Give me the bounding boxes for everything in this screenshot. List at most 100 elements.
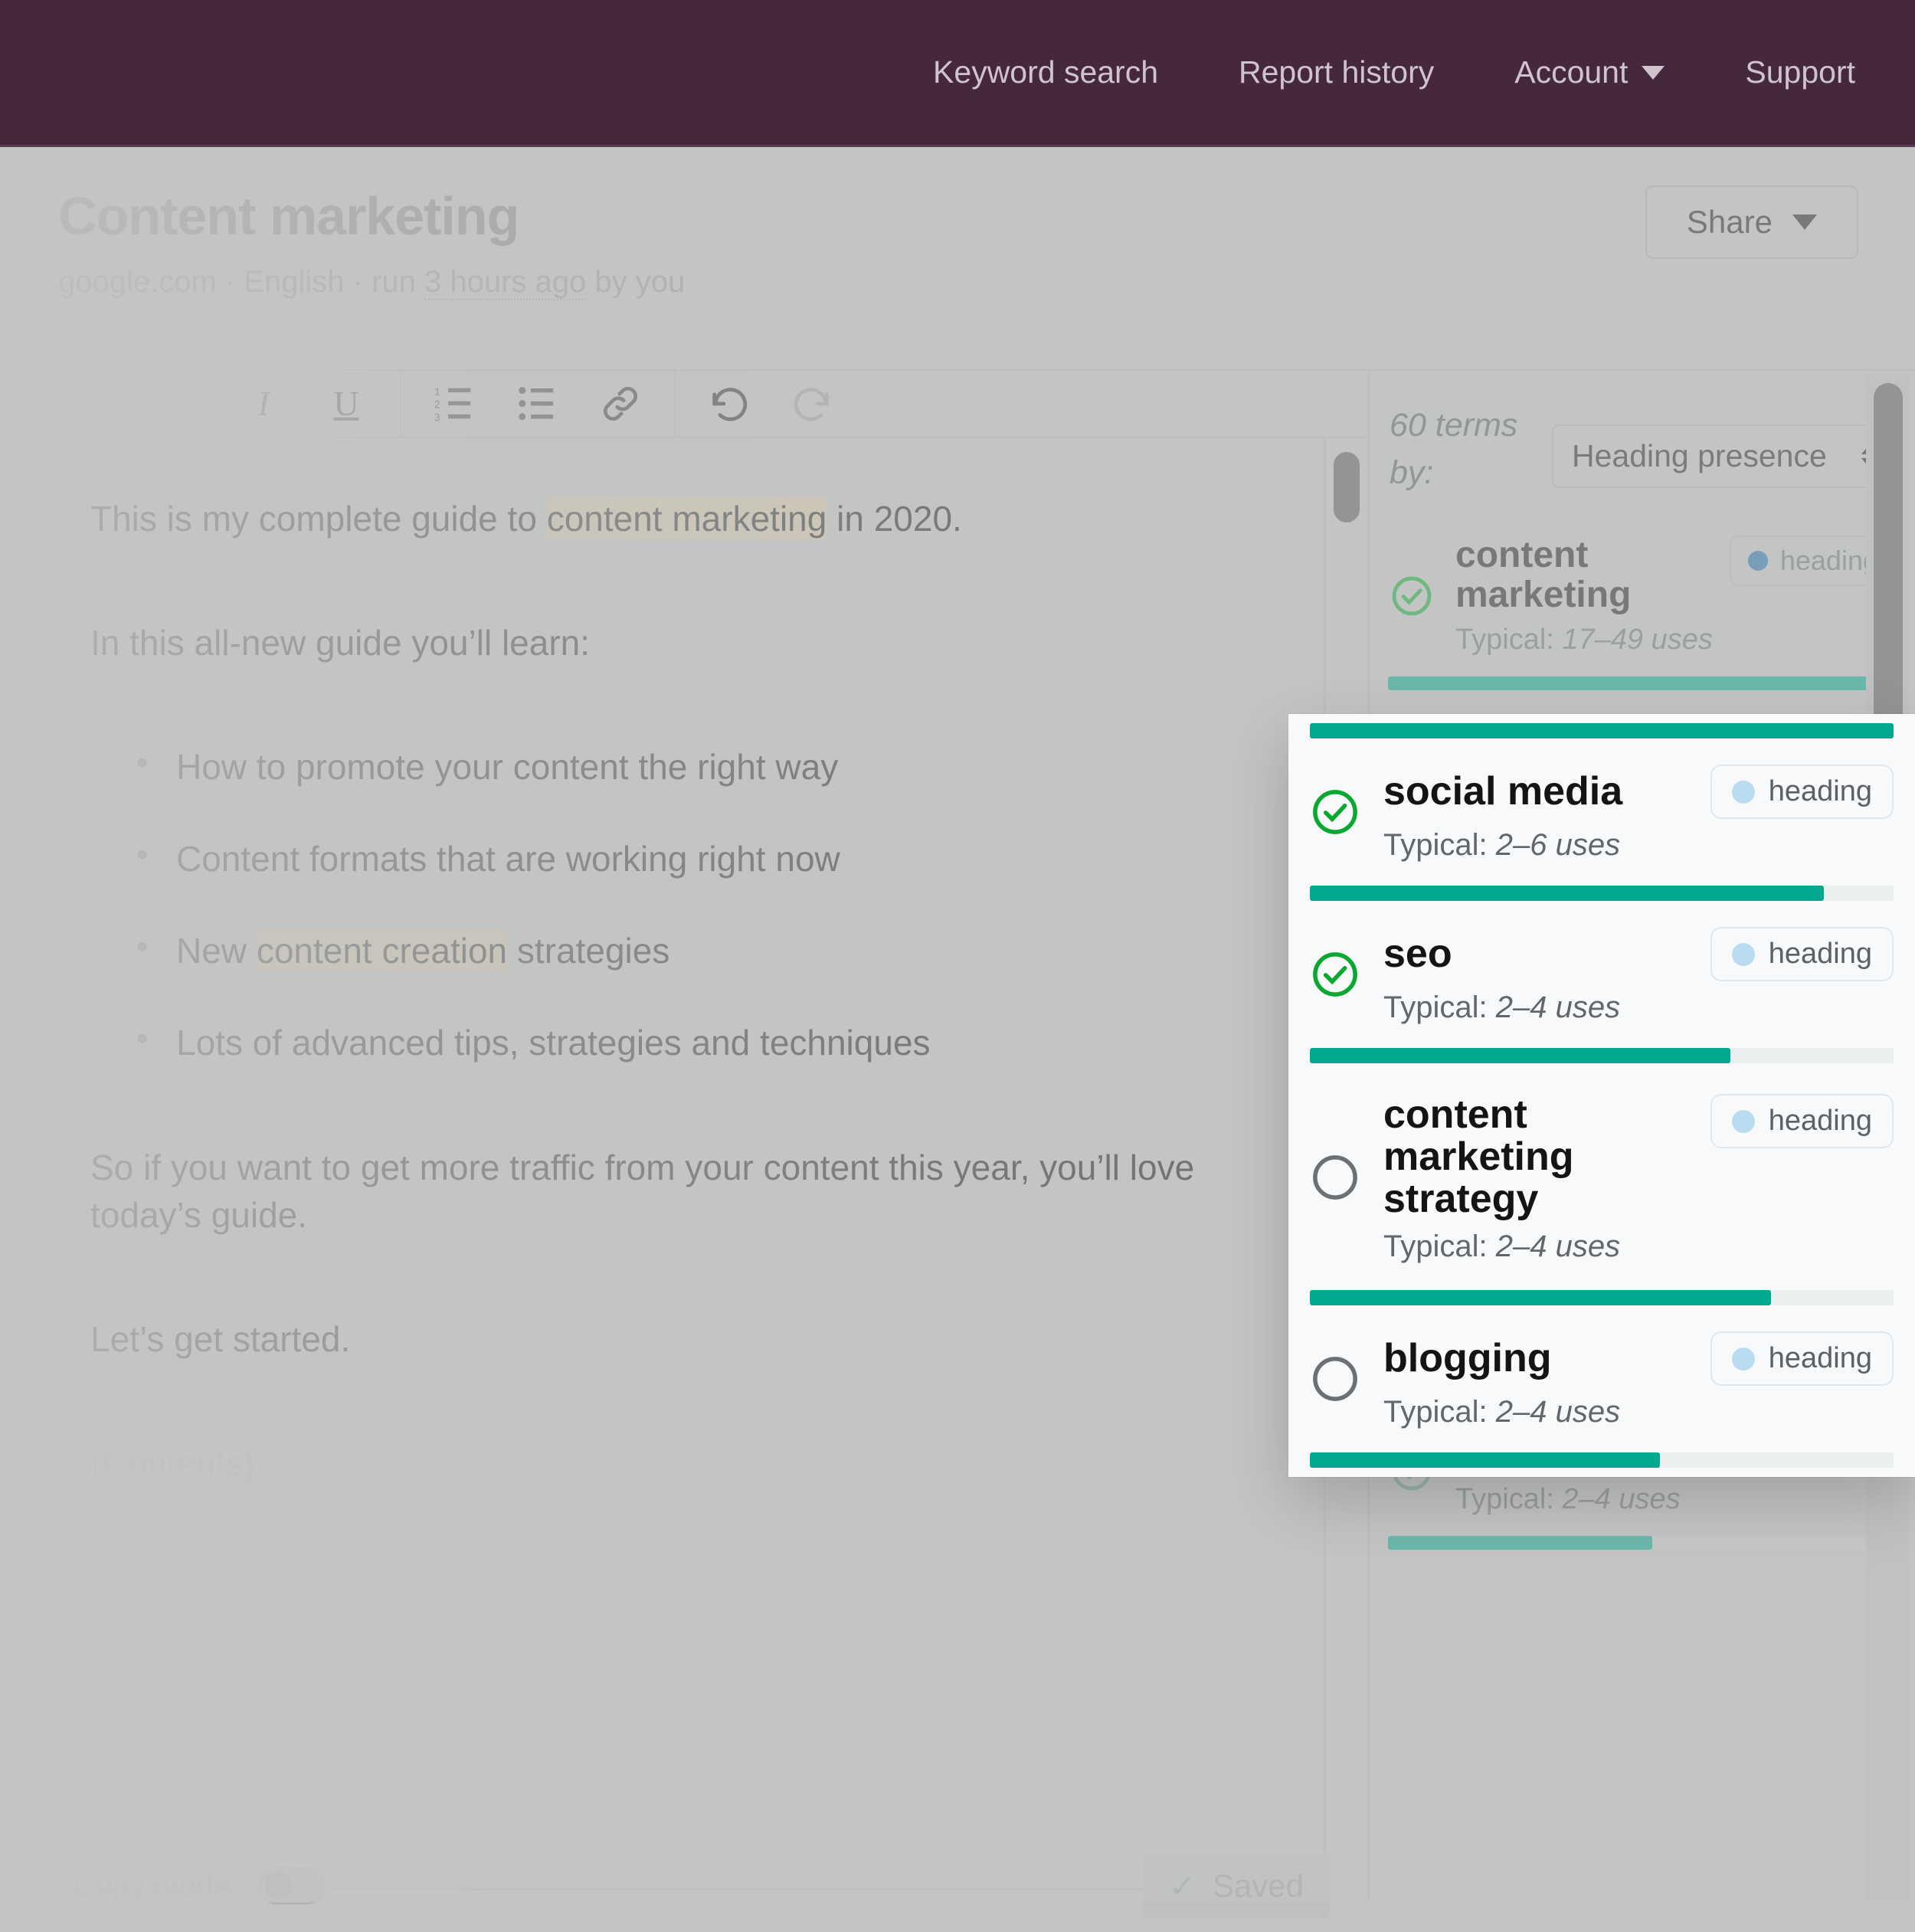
chevron-down-icon — [1642, 65, 1665, 80]
underline-button[interactable]: U — [305, 370, 388, 437]
nav-item-account[interactable]: Account — [1514, 54, 1665, 90]
svg-text:3: 3 — [434, 412, 440, 424]
term-progress-bar — [1388, 1536, 1897, 1551]
term-typical: Typical: 2–4 uses — [1383, 1230, 1621, 1264]
toolbar-divider — [400, 370, 401, 437]
ordered-list-button[interactable]: 1 2 3 — [414, 370, 496, 437]
term-status[interactable] — [1310, 1354, 1360, 1408]
editor-paragraph: (Contents) — [90, 1442, 255, 1483]
list-item-text: strategies — [507, 931, 670, 971]
editor-paragraph: This is my complete guide to content mar… — [90, 495, 1314, 542]
share-label: Share — [1686, 204, 1773, 240]
nav-item-keyword-search[interactable]: Keyword search — [933, 54, 1158, 90]
term-progress-bar — [1310, 886, 1894, 901]
term-typical: Typical: 2–4 uses — [1383, 991, 1621, 1024]
highlighted-term: content marketing — [546, 497, 827, 540]
term-status[interactable] — [1310, 1152, 1360, 1207]
nav-item-report-history[interactable]: Report history — [1239, 54, 1434, 90]
copy-mode-control[interactable]: Copy mode: — [74, 1868, 325, 1904]
term-status[interactable] — [1388, 574, 1435, 618]
document-editor[interactable]: This is my complete guide to content mar… — [37, 438, 1368, 1487]
document-header: Content marketing google.com · English ·… — [58, 185, 1858, 300]
editor-scrollbar-thumb[interactable] — [1334, 452, 1360, 522]
svg-text:1: 1 — [434, 386, 440, 398]
undo-button[interactable] — [688, 370, 771, 437]
document-meta: google.com · English · run 3 hours ago b… — [58, 265, 685, 300]
bold-icon: B — [169, 384, 193, 423]
badge-label: heading — [1768, 775, 1872, 807]
redo-icon — [794, 388, 829, 421]
check-circle-icon — [1310, 787, 1360, 841]
popup-term-row-content-marketing-strategy[interactable]: content marketing strategy heading Typic… — [1288, 1063, 1915, 1306]
check-circle-icon — [1310, 949, 1360, 1004]
undo-icon — [712, 388, 748, 421]
ordered-list-icon: 1 2 3 — [434, 386, 471, 424]
svg-text:2: 2 — [434, 399, 440, 411]
bold-button[interactable]: B — [139, 370, 222, 437]
copy-mode-toggle[interactable] — [258, 1868, 325, 1904]
bullet-list-button[interactable] — [496, 370, 579, 437]
term-name: seo — [1383, 931, 1452, 976]
nav-item-support[interactable]: Support — [1745, 54, 1855, 90]
term-status[interactable] — [1310, 949, 1360, 1004]
sort-by-select[interactable]: Heading presence — [1552, 424, 1898, 488]
term-progress-fill — [1310, 886, 1824, 901]
toolbar-divider — [674, 370, 676, 437]
editor-bullet-list: How to promote your content the right wa… — [136, 740, 1314, 1066]
meta-suffix: by you — [586, 265, 686, 299]
term-row[interactable]: content marketing heading Typical: 17–49… — [1370, 519, 1915, 691]
popup-term-list: social media heading Typical: 2–6 uses s… — [1288, 714, 1915, 1478]
highlighted-term: content creation — [256, 929, 508, 973]
share-button[interactable]: Share — [1645, 185, 1858, 259]
term-typical: Typical: 2–4 uses — [1383, 1395, 1621, 1429]
term-progress-fill — [1388, 1536, 1653, 1551]
top-navigation-bar: Keyword search Report history Account Su… — [0, 0, 1915, 147]
term-progress-fill — [1310, 1048, 1730, 1063]
meta-run-time-link[interactable]: 3 hours ago — [424, 265, 587, 300]
term-typical: Typical: 17–49 uses — [1455, 624, 1713, 657]
meta-prefix: google.com · English · run — [58, 265, 425, 299]
term-progress-bar — [1310, 1048, 1894, 1063]
chevron-down-icon — [1792, 214, 1817, 230]
badge-dot-icon — [1731, 780, 1755, 804]
status-badge: ✓ Saved — [1142, 1853, 1330, 1919]
editor-paragraph: In this all-new guide you’ll learn: — [90, 623, 591, 663]
list-item-text: New — [176, 931, 257, 971]
terms-panel-header: 60 terms by: Heading presence — [1370, 371, 1915, 497]
italic-button[interactable]: I — [222, 370, 305, 437]
list-item: How to promote your content the right wa… — [136, 740, 1314, 791]
badge-dot-icon — [1747, 550, 1768, 571]
nav-label: Account — [1514, 54, 1629, 90]
redo-button[interactable] — [771, 370, 853, 437]
paragraph-style-dropdown[interactable]: ¶ — [57, 370, 139, 437]
empty-circle-icon — [1310, 1354, 1360, 1408]
terms-count-label: 60 terms by: — [1390, 407, 1518, 492]
editor-paragraph: So if you want to get more traffic from … — [90, 1147, 1195, 1235]
empty-circle-icon — [1310, 1152, 1360, 1207]
badge-dot-icon — [1731, 1347, 1755, 1370]
list-item: Content formats that are working right n… — [136, 832, 1314, 882]
badge-label: heading — [1768, 1105, 1872, 1137]
page-title: Content marketing — [58, 186, 519, 246]
paragraph-icon: ¶ — [76, 384, 96, 424]
editor-footer: Copy mode: ✓ Saved — [35, 1840, 1368, 1932]
nav-label: Support — [1745, 54, 1855, 90]
editor-card: ¶ B I U 1 2 3 This is my complete guide … — [35, 369, 1368, 1890]
document-title-block: Content marketing google.com · English ·… — [58, 185, 685, 300]
popup-term-row-blogging[interactable]: blogging heading Typical: 2–4 uses — [1288, 1305, 1915, 1478]
term-status[interactable] — [1310, 787, 1360, 841]
term-badge: heading — [1710, 1331, 1894, 1387]
term-progress-fill — [1310, 723, 1894, 738]
link-button[interactable] — [579, 370, 662, 437]
term-typical: Typical: 2–6 uses — [1383, 828, 1621, 862]
saved-label: Saved — [1212, 1868, 1304, 1904]
badge-label: heading — [1768, 1342, 1872, 1375]
term-badge: heading — [1710, 765, 1894, 819]
check-circle-icon — [1390, 574, 1434, 618]
popup-term-row-social-media[interactable]: social media heading Typical: 2–6 uses — [1288, 714, 1915, 901]
badge-label: heading — [1779, 544, 1878, 576]
list-item-text: Content formats that are working right n… — [176, 839, 840, 879]
term-badge: heading — [1710, 927, 1894, 981]
popup-term-row-seo[interactable]: seo heading Typical: 2–4 uses — [1288, 901, 1915, 1063]
term-progress-bar — [1310, 1452, 1894, 1469]
